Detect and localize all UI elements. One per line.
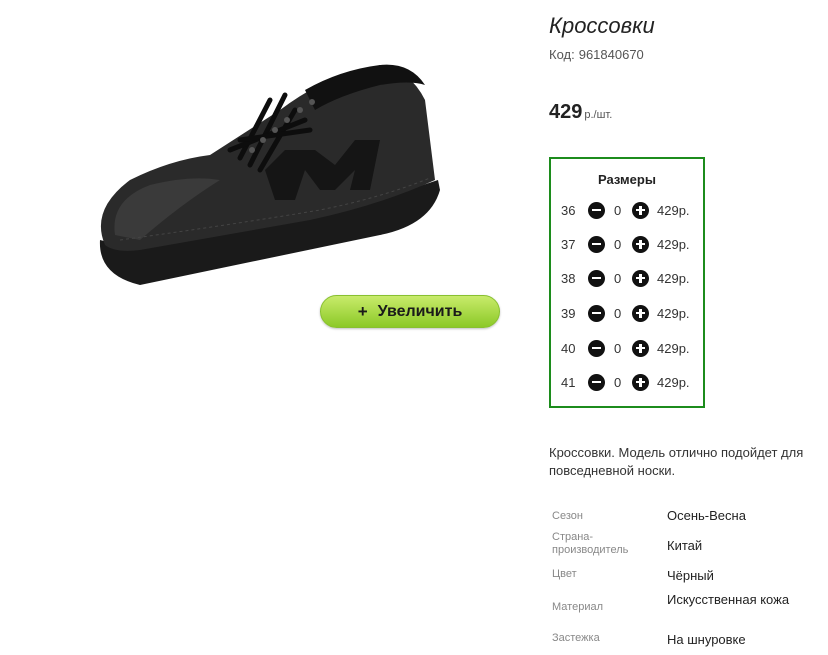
- minus-circle-icon[interactable]: [588, 304, 605, 322]
- size-number: 41: [561, 374, 576, 390]
- plus-icon: +: [357, 301, 368, 321]
- spec-label: Сезон: [552, 510, 583, 522]
- minus-circle-icon[interactable]: [588, 339, 605, 357]
- size-row: 36 0 429р.: [551, 200, 703, 220]
- size-number: 38: [561, 270, 576, 286]
- size-quantity: 0: [614, 236, 622, 252]
- size-price: 429р.: [657, 340, 690, 356]
- plus-circle-icon[interactable]: [632, 201, 649, 219]
- spec-value: Чёрный: [667, 568, 714, 583]
- size-price: 429р.: [657, 270, 690, 286]
- plus-circle-icon[interactable]: [632, 269, 649, 287]
- size-price: 429р.: [657, 305, 690, 321]
- plus-circle-icon[interactable]: [632, 304, 649, 322]
- size-number: 37: [561, 236, 576, 252]
- spec-label: Страна-производитель: [552, 531, 629, 556]
- size-quantity: 0: [614, 340, 622, 356]
- size-quantity: 0: [614, 374, 622, 390]
- code-value: 961840670: [578, 47, 644, 62]
- plus-circle-icon[interactable]: [632, 235, 649, 253]
- product-price: 429 р./шт.: [549, 101, 612, 124]
- spec-label: Материал: [552, 601, 603, 613]
- plus-circle-icon[interactable]: [632, 373, 649, 391]
- size-price: 429р.: [657, 202, 690, 218]
- minus-circle-icon[interactable]: [588, 201, 605, 219]
- size-row: 40 0 429р.: [551, 338, 703, 358]
- spec-value: На шнуровке: [667, 632, 746, 647]
- price-unit: р./шт.: [584, 109, 613, 121]
- product-image-area: + Увеличить: [0, 0, 520, 340]
- size-row: 37 0 429р.: [551, 234, 703, 254]
- size-quantity: 0: [614, 202, 622, 218]
- minus-circle-icon[interactable]: [588, 269, 605, 287]
- product-code: Код: 961840670: [549, 47, 644, 62]
- size-number: 36: [561, 202, 576, 218]
- size-price: 429р.: [657, 374, 690, 390]
- size-row: 39 0 429р.: [551, 303, 703, 323]
- size-price: 429р.: [657, 236, 690, 252]
- code-label: Код:: [549, 47, 575, 62]
- spec-value: Китай: [667, 538, 703, 553]
- price-amount: 429: [549, 101, 583, 123]
- sizes-title: Размеры: [598, 172, 656, 187]
- size-quantity: 0: [614, 305, 622, 321]
- size-quantity: 0: [614, 270, 622, 286]
- spec-label: Цвет: [552, 568, 577, 580]
- spec-value: Осень-Весна: [667, 508, 746, 523]
- minus-circle-icon[interactable]: [588, 373, 605, 391]
- zoom-label: Увеличить: [377, 302, 463, 320]
- minus-circle-icon[interactable]: [588, 235, 605, 253]
- size-number: 39: [561, 305, 576, 321]
- sizes-box: Размеры 36 0 429р. 37 0 429р. 38 0 429р.…: [549, 157, 705, 408]
- size-row: 41 0 429р.: [551, 372, 703, 392]
- sneaker-image[interactable]: [80, 40, 450, 300]
- product-description: Кроссовки. Модель отлично подойдет для п…: [549, 445, 804, 478]
- spec-label: Застежка: [552, 632, 600, 644]
- size-number: 40: [561, 340, 576, 356]
- plus-circle-icon[interactable]: [632, 339, 649, 357]
- spec-value: Искусственная кожа: [667, 592, 790, 607]
- product-title: Кроссовки: [549, 13, 655, 38]
- zoom-button[interactable]: + Увеличить: [320, 295, 500, 328]
- size-row: 38 0 429р.: [551, 268, 703, 288]
